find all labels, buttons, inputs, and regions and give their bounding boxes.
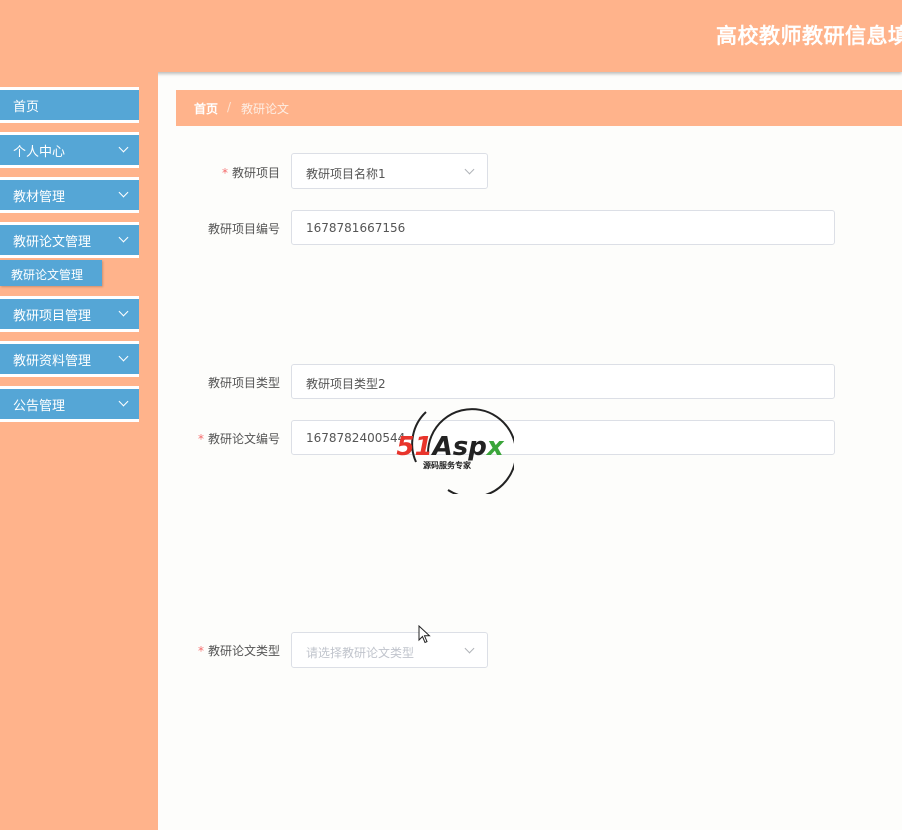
sidebar: 首页 个人中心 教材管理 教研论文管理 教研论文管理 教研项目管理 教研资料管理… xyxy=(0,72,158,830)
sidebar-item-papers[interactable]: 教研论文管理 xyxy=(0,222,139,258)
required-mark: * xyxy=(221,166,228,180)
project-label-text: 教研项目 xyxy=(231,166,280,180)
chevron-down-icon xyxy=(118,396,129,407)
paper-type-select[interactable]: 请选择教研论文类型 xyxy=(291,632,488,668)
paper-no-label: * 教研论文编号 xyxy=(190,430,280,447)
paper-type-label-text: 教研论文类型 xyxy=(207,644,280,658)
sidebar-item-label: 教研论文管理 xyxy=(13,235,92,250)
watermark-logo: 51Aspx 源码服务专家 xyxy=(396,408,514,494)
chevron-down-icon xyxy=(118,351,129,362)
project-no-label: 教研项目编号 xyxy=(190,220,280,237)
breadcrumb-separator: / xyxy=(227,100,232,114)
chevron-down-icon xyxy=(118,142,129,153)
app-title: 高校教师教研信息填 xyxy=(716,24,902,48)
breadcrumb-home[interactable]: 首页 xyxy=(194,100,218,117)
project-label: * 教研项目 xyxy=(190,164,280,181)
mouse-cursor-icon xyxy=(418,625,431,644)
paper-type-placeholder: 请选择教研论文类型 xyxy=(306,646,415,660)
watermark-slogan: 源码服务专家 xyxy=(423,460,472,470)
sidebar-item-announcements[interactable]: 公告管理 xyxy=(0,386,139,422)
sidebar-item-personal-center[interactable]: 个人中心 xyxy=(0,132,139,168)
project-type-label-text: 教研项目类型 xyxy=(207,376,280,390)
chevron-down-icon xyxy=(118,306,129,317)
project-type-label: 教研项目类型 xyxy=(190,374,280,391)
breadcrumb-current: 教研论文 xyxy=(241,102,290,116)
sidebar-item-label: 公告管理 xyxy=(13,399,66,414)
sidebar-item-projects[interactable]: 教研项目管理 xyxy=(0,296,139,332)
project-select[interactable]: 教研项目名称1 xyxy=(291,153,488,189)
submenu-item-label: 教研论文管理 xyxy=(11,268,84,282)
breadcrumb: 首页 / 教研论文 xyxy=(176,90,902,126)
sidebar-item-textbooks[interactable]: 教材管理 xyxy=(0,177,139,213)
sidebar-item-label: 教研资料管理 xyxy=(13,354,92,369)
paper-no-input[interactable]: 1678782400544 xyxy=(291,420,835,455)
chevron-down-icon xyxy=(118,232,129,243)
sidebar-item-materials[interactable]: 教研资料管理 xyxy=(0,341,139,377)
project-type-value: 教研项目类型2 xyxy=(306,377,386,391)
sidebar-item-label: 教研项目管理 xyxy=(13,309,92,324)
required-mark: * xyxy=(197,432,204,446)
sidebar-item-home[interactable]: 首页 xyxy=(0,87,139,123)
required-mark: * xyxy=(197,644,204,658)
paper-type-label: * 教研论文类型 xyxy=(190,642,280,659)
chevron-down-icon xyxy=(464,643,475,654)
sidebar-item-label: 个人中心 xyxy=(13,145,66,160)
chevron-down-icon xyxy=(464,164,475,175)
project-select-value: 教研项目名称1 xyxy=(306,167,386,181)
submenu-item-paper-management[interactable]: 教研论文管理 xyxy=(0,260,102,286)
sidebar-item-label: 首页 xyxy=(13,100,40,115)
top-header: 高校教师教研信息填 xyxy=(0,0,902,72)
watermark-brand: 51Aspx xyxy=(396,432,504,462)
project-no-value: 1678781667156 xyxy=(306,221,406,235)
project-no-input[interactable]: 1678781667156 xyxy=(291,210,835,245)
project-no-label-text: 教研项目编号 xyxy=(207,222,280,236)
sidebar-item-label: 教材管理 xyxy=(13,190,66,205)
chevron-down-icon xyxy=(118,187,129,198)
paper-no-label-text: 教研论文编号 xyxy=(207,432,280,446)
project-type-input[interactable]: 教研项目类型2 xyxy=(291,364,835,399)
